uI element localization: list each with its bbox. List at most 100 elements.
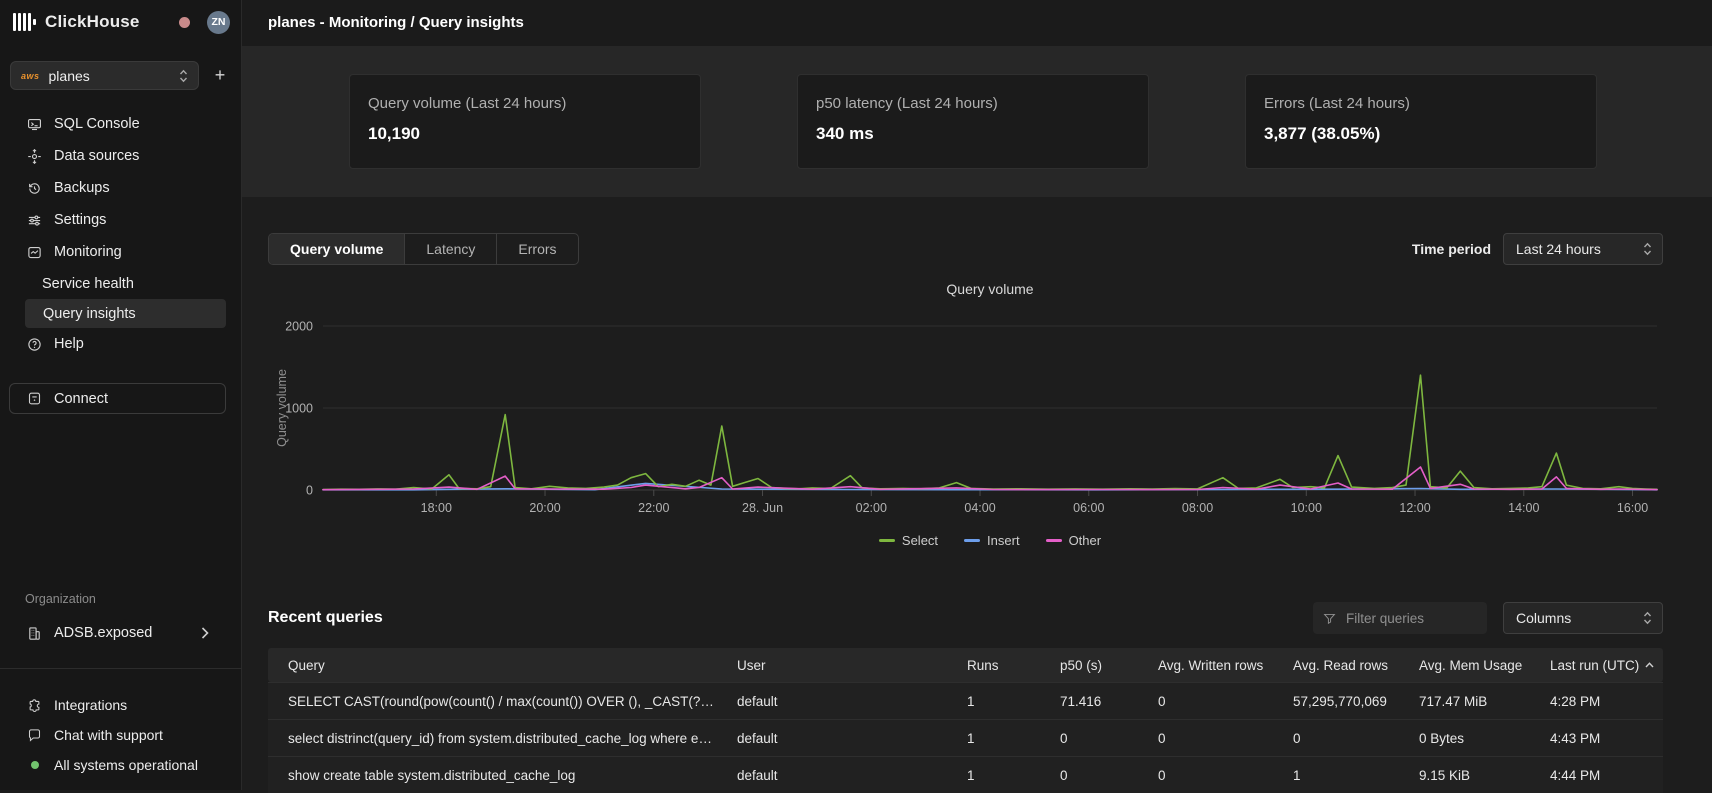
cell-avg-read-rows: 57,295,770,069 <box>1273 694 1399 709</box>
cell-p50: 0 <box>1040 731 1138 746</box>
col-header-runs[interactable]: Runs <box>947 658 1040 673</box>
cell-query: select distrinct(query_id) from system.d… <box>268 731 717 746</box>
restore-icon <box>27 181 42 196</box>
sidebar-item-data-sources[interactable]: Data sources <box>0 140 241 172</box>
legend-item-other[interactable]: Other <box>1046 533 1102 548</box>
table-row[interactable]: select distrinct(query_id) from system.d… <box>268 719 1663 756</box>
cell-runs: 1 <box>947 731 1040 746</box>
cell-user: default <box>717 768 947 783</box>
sidebar-item-service-health[interactable]: Service health <box>0 268 241 299</box>
recent-queries-controls: Columns <box>1313 602 1663 634</box>
columns-select[interactable]: Columns <box>1503 602 1663 634</box>
sidebar-item-system-status[interactable]: All systems operational <box>0 750 241 780</box>
sidebar-item-label: Monitoring <box>54 244 122 260</box>
svg-text:14:00: 14:00 <box>1508 501 1539 515</box>
filter-queries-input[interactable] <box>1344 610 1477 627</box>
system-status-label: All systems operational <box>54 757 198 773</box>
cell-p50: 71.416 <box>1040 694 1138 709</box>
brand-row: ClickHouse ZN <box>13 9 230 35</box>
time-period-label: Time period <box>1412 241 1491 257</box>
sidebar-item-label: Data sources <box>54 148 139 164</box>
sidebar-item-sql-console[interactable]: SQL Console <box>0 108 241 140</box>
cell-avg-written-rows: 0 <box>1138 731 1273 746</box>
columns-label: Columns <box>1516 610 1571 626</box>
sidebar-item-label: Help <box>54 336 84 352</box>
stat-card-errors: Errors (Last 24 hours) 3,877 (38.05%) <box>1245 74 1597 169</box>
filter-icon <box>1323 612 1336 625</box>
stats-band: Query volume (Last 24 hours) 10,190 p50 … <box>242 46 1712 197</box>
stat-value: 3,877 (38.05%) <box>1264 124 1380 144</box>
svg-text:18:00: 18:00 <box>421 501 452 515</box>
legend-dash-icon <box>1046 539 1062 542</box>
cell-avg-mem-usage: 9.15 KiB <box>1399 768 1530 783</box>
recent-queries-header: Recent queries Columns <box>268 601 1663 635</box>
sidebar-item-query-insights[interactable]: Query insights <box>25 299 226 328</box>
legend-label: Other <box>1069 533 1102 548</box>
connect-button[interactable]: Connect <box>9 383 226 414</box>
add-service-button[interactable]: + <box>209 65 231 87</box>
chevron-right-icon <box>201 627 209 639</box>
legend-item-insert[interactable]: Insert <box>964 533 1020 548</box>
cell-avg-mem-usage: 717.47 MiB <box>1399 694 1530 709</box>
stat-label: Query volume (Last 24 hours) <box>368 95 566 112</box>
stat-value: 10,190 <box>368 124 420 144</box>
legend-label: Select <box>902 533 938 548</box>
cell-query: show create table system.distributed_cac… <box>268 768 717 783</box>
sidebar-item-backups[interactable]: Backups <box>0 172 241 204</box>
cell-user: default <box>717 694 947 709</box>
time-period-group: Time period Last 24 hours <box>1412 233 1663 265</box>
time-period-select[interactable]: Last 24 hours <box>1503 233 1663 265</box>
sidebar-item-monitoring[interactable]: Monitoring <box>0 236 241 268</box>
sidebar-item-chat-with-support[interactable]: Chat with support <box>0 720 241 750</box>
sidebar-nav: SQL Console Data sources Backups Setting… <box>0 108 241 360</box>
sidebar-item-settings[interactable]: Settings <box>0 204 241 236</box>
col-header-p50[interactable]: p50 (s) <box>1040 658 1138 673</box>
building-icon <box>27 626 42 641</box>
recent-queries-table: Query User Runs p50 (s) Avg. Written row… <box>268 648 1663 793</box>
col-header-avg-mem-usage[interactable]: Avg. Mem Usage <box>1399 658 1530 673</box>
svg-text:2000: 2000 <box>285 320 313 334</box>
organization-section-label: Organization <box>25 592 96 606</box>
clickhouse-logo-icon[interactable] <box>13 13 36 31</box>
col-header-avg-written-rows[interactable]: Avg. Written rows <box>1138 658 1273 673</box>
recent-queries-title: Recent queries <box>268 609 383 627</box>
chevron-updown-icon <box>179 69 188 83</box>
col-header-last-run-label: Last run (UTC) <box>1550 658 1639 673</box>
col-header-last-run[interactable]: Last run (UTC) <box>1530 658 1663 673</box>
cell-runs: 1 <box>947 694 1040 709</box>
sidebar-item-label: Backups <box>54 180 110 196</box>
sliders-icon <box>27 213 42 228</box>
filter-queries-box <box>1313 602 1487 634</box>
sidebar-item-help[interactable]: Help <box>0 328 241 360</box>
table-row[interactable]: show create table system.distributed_cac… <box>268 756 1663 793</box>
sidebar-item-integrations[interactable]: Integrations <box>0 690 241 720</box>
col-header-query[interactable]: Query <box>268 658 717 673</box>
brand-name: ClickHouse <box>45 12 140 32</box>
cell-last-run: 4:43 PM <box>1530 731 1663 746</box>
connect-label: Connect <box>54 391 108 407</box>
stat-value: 340 ms <box>816 124 874 144</box>
stat-card-p50-latency: p50 latency (Last 24 hours) 340 ms <box>797 74 1149 169</box>
status-dot-icon <box>27 758 42 773</box>
tab-query-volume[interactable]: Query volume <box>269 234 405 264</box>
legend-label: Insert <box>987 533 1020 548</box>
organization-item[interactable]: ADSB.exposed <box>0 618 241 648</box>
tab-latency[interactable]: Latency <box>405 234 497 264</box>
svg-text:Query volume: Query volume <box>275 369 289 447</box>
avatar[interactable]: ZN <box>207 11 230 34</box>
cell-avg-mem-usage: 0 Bytes <box>1399 731 1530 746</box>
table-row[interactable]: SELECT CAST(round(pow(count() / max(coun… <box>268 682 1663 719</box>
cell-runs: 1 <box>947 768 1040 783</box>
topbar: planes - Monitoring / Query insights <box>242 0 1712 46</box>
service-selector[interactable]: aws planes <box>10 61 199 90</box>
puzzle-icon <box>27 698 42 713</box>
notification-dot-icon <box>179 17 190 28</box>
sidebar: ClickHouse ZN aws planes + SQL Console D… <box>0 0 242 790</box>
col-header-user[interactable]: User <box>717 658 947 673</box>
legend-item-select[interactable]: Select <box>879 533 938 548</box>
svg-text:12:00: 12:00 <box>1399 501 1430 515</box>
col-header-avg-read-rows[interactable]: Avg. Read rows <box>1273 658 1399 673</box>
chart-controls-row: Query volume Latency Errors Time period … <box>268 233 1663 265</box>
cell-user: default <box>717 731 947 746</box>
tab-errors[interactable]: Errors <box>497 234 577 264</box>
